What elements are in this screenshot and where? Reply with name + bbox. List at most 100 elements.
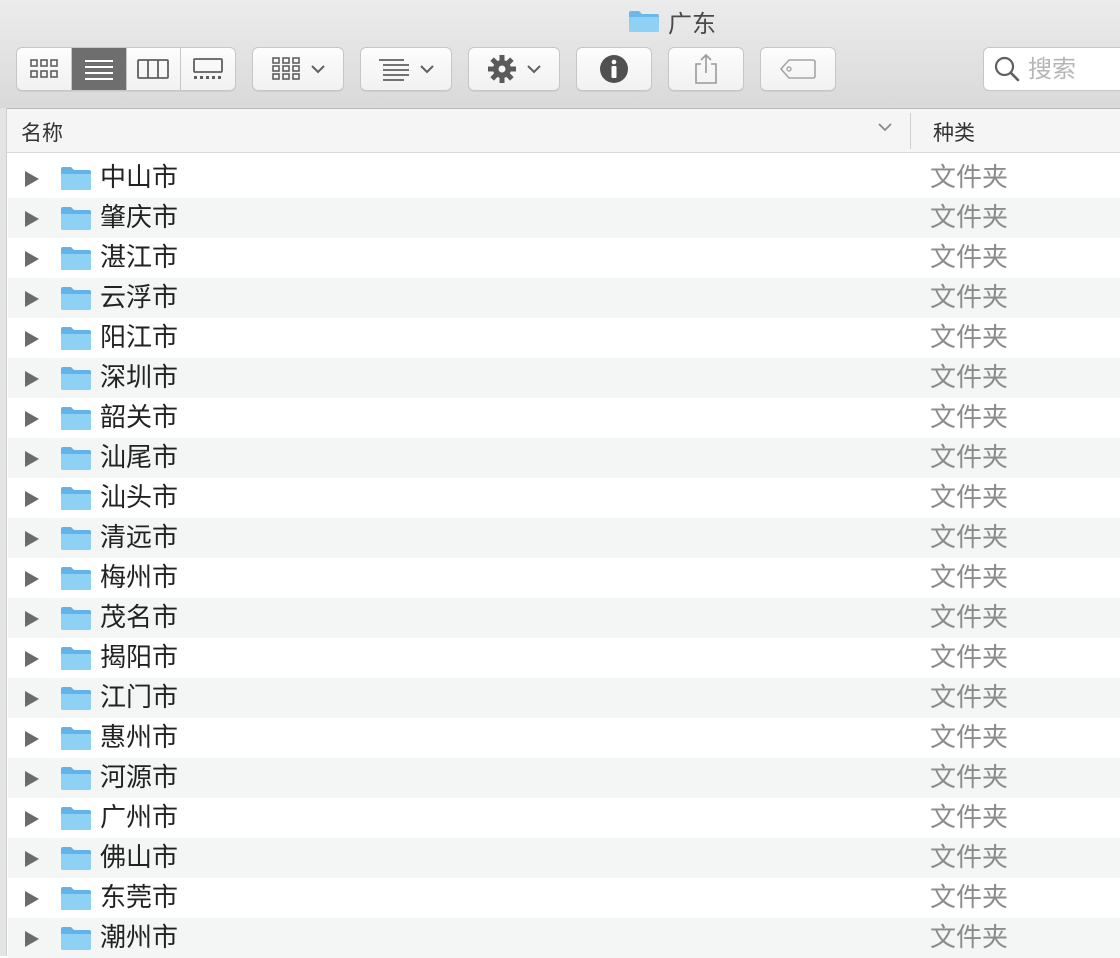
icon-view-button[interactable] bbox=[17, 48, 72, 90]
list-item[interactable]: 中山市 文件夹 bbox=[8, 158, 1120, 198]
column-view-button[interactable] bbox=[127, 48, 182, 90]
disclosure-triangle-icon[interactable] bbox=[24, 250, 40, 268]
list-item[interactable]: 汕尾市 文件夹 bbox=[8, 438, 1120, 478]
group-by-button[interactable] bbox=[360, 47, 452, 91]
disclosure-triangle-icon[interactable] bbox=[24, 890, 40, 908]
search-field[interactable] bbox=[983, 47, 1120, 91]
list-item[interactable]: 韶关市 文件夹 bbox=[8, 398, 1120, 438]
disclosure-triangle-icon[interactable] bbox=[24, 490, 40, 508]
list-item[interactable]: 揭阳市 文件夹 bbox=[8, 638, 1120, 678]
file-name: 茂名市 bbox=[100, 603, 179, 633]
list-item[interactable]: 茂名市 文件夹 bbox=[8, 598, 1120, 638]
list-item[interactable]: 汕头市 文件夹 bbox=[8, 478, 1120, 518]
disclosure-triangle-icon[interactable] bbox=[24, 850, 40, 868]
file-kind: 文件夹 bbox=[930, 843, 1009, 873]
gallery-view-button[interactable] bbox=[181, 48, 235, 90]
file-name: 惠州市 bbox=[100, 723, 179, 753]
list-item[interactable]: 佛山市 文件夹 bbox=[8, 838, 1120, 878]
disclosure-triangle-icon[interactable] bbox=[24, 730, 40, 748]
folder-icon bbox=[61, 447, 91, 470]
chevron-down-icon bbox=[311, 65, 325, 74]
disclosure-triangle-icon[interactable] bbox=[24, 570, 40, 588]
file-kind: 文件夹 bbox=[930, 403, 1009, 433]
disclosure-triangle-icon[interactable] bbox=[24, 410, 40, 428]
column-divider[interactable] bbox=[910, 113, 911, 149]
file-name: 肇庆市 bbox=[100, 203, 179, 233]
chevron-down-icon bbox=[420, 65, 434, 74]
list-item[interactable]: 潮州市 文件夹 bbox=[8, 918, 1120, 958]
folder-icon bbox=[61, 407, 91, 430]
share-icon bbox=[695, 53, 717, 84]
file-name: 江门市 bbox=[100, 683, 179, 713]
file-kind: 文件夹 bbox=[930, 523, 1009, 553]
list-item[interactable]: 清远市 文件夹 bbox=[8, 518, 1120, 558]
file-name: 中山市 bbox=[100, 163, 179, 193]
file-kind: 文件夹 bbox=[930, 283, 1009, 313]
list-item[interactable]: 河源市 文件夹 bbox=[8, 758, 1120, 798]
file-name: 清远市 bbox=[100, 523, 179, 553]
disclosure-triangle-icon[interactable] bbox=[24, 210, 40, 228]
column-header-name[interactable]: 名称 bbox=[21, 117, 63, 147]
file-name: 梅州市 bbox=[100, 563, 179, 593]
list-item[interactable]: 深圳市 文件夹 bbox=[8, 358, 1120, 398]
disclosure-triangle-icon[interactable] bbox=[24, 330, 40, 348]
folder-icon bbox=[61, 247, 91, 270]
disclosure-triangle-icon[interactable] bbox=[24, 530, 40, 548]
disclosure-triangle-icon[interactable] bbox=[24, 810, 40, 828]
folder-icon bbox=[61, 647, 91, 670]
share-button[interactable] bbox=[668, 47, 744, 91]
disclosure-triangle-icon[interactable] bbox=[24, 650, 40, 668]
file-name: 湛江市 bbox=[100, 243, 179, 273]
view-mode-control[interactable] bbox=[16, 47, 236, 91]
file-kind: 文件夹 bbox=[930, 443, 1009, 473]
column-view-icon bbox=[137, 59, 170, 79]
disclosure-triangle-icon[interactable] bbox=[24, 290, 40, 308]
disclosure-triangle-icon[interactable] bbox=[24, 930, 40, 948]
list-item[interactable]: 阳江市 文件夹 bbox=[8, 318, 1120, 358]
file-name: 汕头市 bbox=[100, 483, 179, 513]
file-kind: 文件夹 bbox=[930, 643, 1009, 673]
file-name: 佛山市 bbox=[100, 843, 179, 873]
disclosure-triangle-icon[interactable] bbox=[24, 370, 40, 388]
disclosure-triangle-icon[interactable] bbox=[24, 770, 40, 788]
list-item[interactable]: 广州市 文件夹 bbox=[8, 798, 1120, 838]
folder-icon bbox=[61, 367, 91, 390]
file-name: 河源市 bbox=[100, 763, 179, 793]
chevron-down-icon[interactable] bbox=[877, 121, 893, 133]
folder-icon bbox=[61, 167, 91, 190]
get-info-button[interactable] bbox=[576, 47, 652, 91]
list-item[interactable]: 云浮市 文件夹 bbox=[8, 278, 1120, 318]
folder-icon bbox=[61, 767, 91, 790]
folder-icon bbox=[61, 887, 91, 910]
list-item[interactable]: 湛江市 文件夹 bbox=[8, 238, 1120, 278]
tags-button[interactable] bbox=[760, 47, 836, 91]
list-item[interactable]: 江门市 文件夹 bbox=[8, 678, 1120, 718]
folder-icon bbox=[61, 927, 91, 950]
search-input[interactable] bbox=[1028, 55, 1120, 83]
arrange-grid-icon bbox=[272, 57, 300, 80]
arrange-button[interactable] bbox=[252, 47, 344, 91]
column-header-kind[interactable]: 种类 bbox=[933, 117, 975, 147]
disclosure-triangle-icon[interactable] bbox=[24, 690, 40, 708]
file-name: 东莞市 bbox=[100, 883, 179, 913]
folder-icon bbox=[61, 287, 91, 310]
list-item[interactable]: 东莞市 文件夹 bbox=[8, 878, 1120, 918]
folder-icon bbox=[61, 327, 91, 350]
file-kind: 文件夹 bbox=[930, 483, 1009, 513]
disclosure-triangle-icon[interactable] bbox=[24, 610, 40, 628]
folder-icon bbox=[629, 11, 659, 32]
action-button[interactable] bbox=[468, 47, 560, 91]
disclosure-triangle-icon[interactable] bbox=[24, 170, 40, 188]
disclosure-triangle-icon[interactable] bbox=[24, 450, 40, 468]
file-name: 韶关市 bbox=[100, 403, 179, 433]
file-list: 中山市 文件夹 肇庆市 文件夹 湛江市 文件夹 云浮市 文件夹 阳江市 文件夹 … bbox=[8, 158, 1120, 958]
icon-view-icon bbox=[30, 59, 58, 78]
file-kind: 文件夹 bbox=[930, 163, 1009, 193]
chevron-down-icon bbox=[527, 65, 541, 74]
file-name: 揭阳市 bbox=[100, 643, 179, 673]
folder-icon bbox=[61, 487, 91, 510]
list-item[interactable]: 梅州市 文件夹 bbox=[8, 558, 1120, 598]
list-item[interactable]: 肇庆市 文件夹 bbox=[8, 198, 1120, 238]
list-view-button[interactable] bbox=[71, 48, 127, 90]
list-item[interactable]: 惠州市 文件夹 bbox=[8, 718, 1120, 758]
